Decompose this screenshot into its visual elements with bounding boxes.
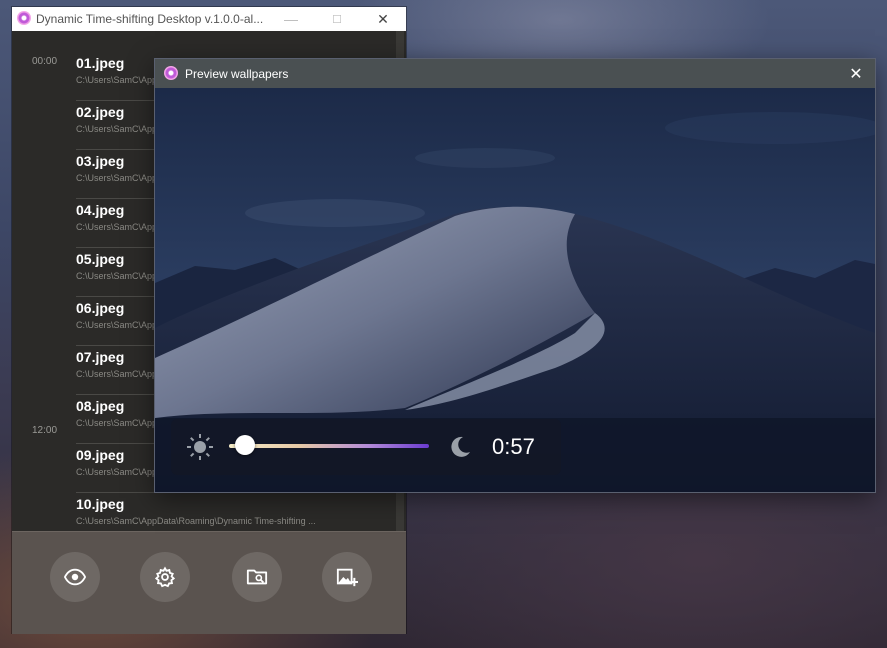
add-wallpaper-button[interactable] — [322, 552, 372, 602]
gear-icon — [154, 566, 176, 588]
time-slider-track[interactable] — [229, 444, 429, 448]
time-control-panel: 0:57 — [171, 419, 561, 475]
bottom-toolbar — [12, 531, 406, 634]
close-button[interactable]: ✕ — [360, 7, 406, 31]
open-folder-button[interactable] — [232, 552, 282, 602]
preview-close-button[interactable]: ✕ — [843, 63, 869, 85]
preview-button[interactable] — [50, 552, 100, 602]
file-name: 08.jpeg — [76, 398, 125, 414]
time-slider-thumb[interactable] — [235, 435, 255, 455]
minimize-button[interactable]: — — [268, 7, 314, 31]
moon-icon — [451, 436, 470, 457]
file-path: C:\Users\SamC\AppData\Roaming\Dynamic Ti… — [76, 516, 316, 526]
time-readout: 0:57 — [492, 434, 535, 459]
file-name: 03.jpeg — [76, 153, 125, 169]
time-label: 12:00 — [32, 425, 58, 436]
file-name: 10.jpeg — [76, 496, 125, 512]
app-logo-icon — [17, 11, 31, 25]
wallpaper-preview: 0:57 — [155, 88, 875, 492]
app-logo-icon — [164, 66, 178, 80]
preview-title-bar: Preview wallpapers ✕ — [155, 59, 875, 88]
file-name: 04.jpeg — [76, 202, 125, 218]
file-name: 05.jpeg — [76, 251, 125, 267]
file-name: 09.jpeg — [76, 447, 125, 463]
file-name: 07.jpeg — [76, 349, 125, 365]
folder-search-icon — [246, 569, 268, 585]
eye-icon — [64, 568, 86, 586]
file-name: 02.jpeg — [76, 104, 125, 120]
settings-button[interactable] — [140, 552, 190, 602]
file-name: 06.jpeg — [76, 300, 125, 316]
window-title: Dynamic Time-shifting Desktop v.1.0.0-al… — [36, 12, 264, 26]
sun-icon — [187, 434, 213, 460]
time-label: 00:00 — [32, 56, 58, 67]
file-name: 01.jpeg — [76, 55, 125, 71]
list-item[interactable]: 10.jpeg C:\Users\SamC\AppData\Roaming\Dy… — [76, 492, 376, 531]
maximize-button[interactable]: ☐ — [314, 7, 360, 31]
preview-window: Preview wallpapers ✕ 0:57 — [155, 59, 875, 492]
preview-window-title: Preview wallpapers — [185, 67, 289, 81]
title-bar: Dynamic Time-shifting Desktop v.1.0.0-al… — [12, 7, 406, 31]
add-image-icon — [336, 568, 358, 587]
